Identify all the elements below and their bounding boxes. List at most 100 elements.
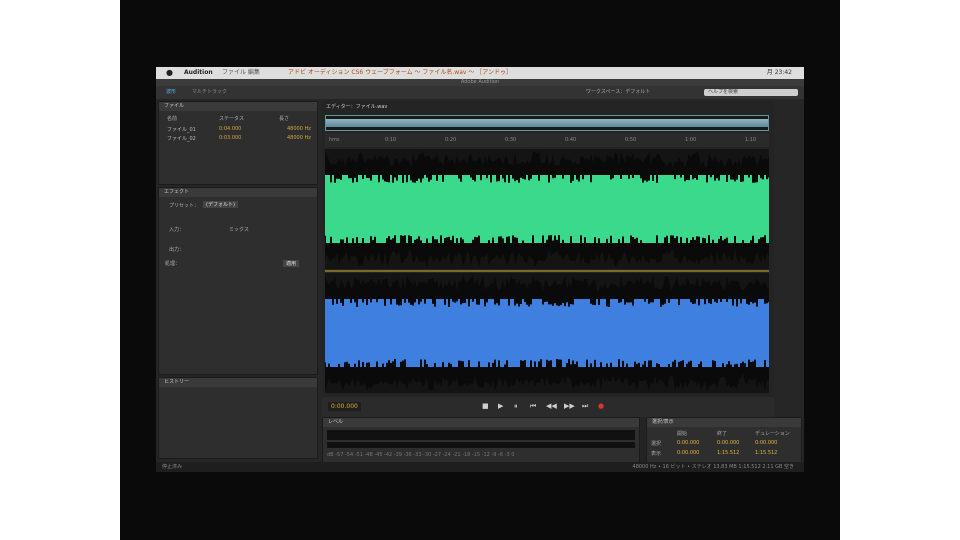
right-waveform-graphic xyxy=(325,275,769,391)
files-panel: ファイル 名前 ステータス 長さ ファイル_01 0:04.000 48000 … xyxy=(158,101,318,185)
menubar-clock: 月 23:42 xyxy=(766,69,792,76)
file-name: ファイル_01 xyxy=(167,127,196,133)
scale-tick: -51 xyxy=(354,452,363,458)
file-duration: 0:04.000 xyxy=(219,126,242,132)
scale-tick: -30 xyxy=(423,452,432,458)
view-start[interactable]: 0:00.000 xyxy=(677,450,699,456)
files-panel-title[interactable]: ファイル xyxy=(159,102,317,111)
level-scale: dB -57 -54 -51 -48 -45 -42 -39 -36 -33 -… xyxy=(327,452,514,458)
record-button[interactable]: ● xyxy=(598,402,604,410)
fast-forward-button[interactable]: ▶▶ xyxy=(564,402,575,410)
waveform-view-button[interactable]: 波形 xyxy=(166,86,176,99)
column-duration[interactable]: 長さ xyxy=(279,115,289,122)
rewind-button[interactable]: ◀◀ xyxy=(546,402,557,410)
scale-tick: -42 xyxy=(384,452,393,458)
selection-row-label: 選択 xyxy=(651,441,662,447)
stop-button[interactable]: ■ xyxy=(482,402,489,410)
scale-tick: 0 xyxy=(511,452,515,458)
file-duration: 0:03.000 xyxy=(219,135,242,141)
pause-button[interactable]: ⏸ xyxy=(514,402,518,411)
scale-tick: -6 xyxy=(498,452,504,458)
scale-tick: -48 xyxy=(364,452,373,458)
scale-tick: -24 xyxy=(442,452,451,458)
duration-header: デュレーション xyxy=(755,431,790,437)
apple-icon[interactable]: ● xyxy=(166,67,173,79)
scale-tick: -18 xyxy=(462,452,471,458)
selection-duration[interactable]: 0:00.000 xyxy=(755,440,777,446)
effects-panel-title[interactable]: エフェクト xyxy=(159,188,317,197)
scale-tick: dB xyxy=(327,452,334,458)
history-panel: ヒストリー xyxy=(158,377,318,459)
view-end[interactable]: 1:15.512 xyxy=(717,450,739,456)
ruler-label: 0:40 xyxy=(565,137,577,143)
levels-panel: レベル dB -57 -54 -51 -48 -45 -42 -39 -36 -… xyxy=(322,417,640,467)
scale-tick: -3 xyxy=(504,452,510,458)
status-right: 48000 Hz • 16 ビット • ステレオ 13.83 MB 1:15.5… xyxy=(632,464,794,470)
input-label: 入力： xyxy=(169,227,185,233)
ruler-label: 0:30 xyxy=(505,137,517,143)
column-status[interactable]: ステータス xyxy=(219,115,244,122)
view-row-label: 表示 xyxy=(651,451,662,457)
right-channel-waveform[interactable] xyxy=(325,273,769,393)
scale-tick: -36 xyxy=(403,452,412,458)
status-bar: 停止済み 48000 Hz • 16 ビット • ステレオ 13.83 MB 1… xyxy=(156,462,804,472)
left-channel-waveform[interactable] xyxy=(325,149,769,269)
view-duration[interactable]: 1:15.512 xyxy=(755,450,777,456)
file-name: ファイル_02 xyxy=(167,136,196,142)
selection-end[interactable]: 0:00.000 xyxy=(717,440,739,446)
timecode-display[interactable]: 0:00.000 xyxy=(328,402,361,411)
mix-label: ミックス xyxy=(229,227,249,233)
preset-label: プリセット： xyxy=(169,203,200,209)
process-label: 処理： xyxy=(165,261,181,267)
file-rate: 48000 Hz xyxy=(287,126,311,132)
levels-panel-title[interactable]: レベル xyxy=(323,418,639,427)
column-name[interactable]: 名前 xyxy=(167,115,177,122)
scale-tick: -57 xyxy=(335,452,344,458)
audition-window: ● Audition ファイル 編集 アドビ オーディション CS6 ウェーブフ… xyxy=(156,67,804,472)
play-button[interactable]: ▶ xyxy=(498,402,503,410)
level-meter-left xyxy=(327,430,635,440)
time-ruler[interactable]: hms 0:10 0:20 0:30 0:40 0:50 1:00 1:10 xyxy=(325,133,769,147)
ruler-label: 0:10 xyxy=(385,137,397,143)
go-to-end-button[interactable]: ⏭ xyxy=(582,402,588,411)
window-title: アドビ オーディション CS6 ウェーブフォーム ～ ファイル名.wav ～ ［… xyxy=(288,69,513,76)
overview-bar[interactable] xyxy=(325,115,769,131)
workspace-select[interactable]: ワークスペース：デフォルト xyxy=(586,86,650,99)
ruler-label: 0:50 xyxy=(625,137,637,143)
apply-button[interactable]: 適用 xyxy=(283,260,300,267)
history-panel-title[interactable]: ヒストリー xyxy=(159,378,317,387)
status-left: 停止済み xyxy=(162,464,183,470)
waveform-body xyxy=(325,299,769,367)
go-to-start-button[interactable]: ⏮ xyxy=(530,402,536,411)
scale-tick: -15 xyxy=(471,452,481,458)
ruler-label: 1:10 xyxy=(745,137,757,143)
start-header: 開始 xyxy=(677,431,688,437)
preset-select[interactable]: (デフォルト) xyxy=(203,201,238,208)
ruler-label: hms xyxy=(329,137,340,143)
multitrack-view-button[interactable]: マルチトラック xyxy=(192,86,227,99)
scale-tick: -12 xyxy=(481,452,490,458)
transport-bar: 0:00.000 ■ ▶ ⏸ ⏮ ◀◀ ▶▶ ⏭ ● xyxy=(322,397,774,417)
selection-view-panel: 選択/表示 開始 終了 デュレーション 選択 0:00.000 0:00.000… xyxy=(646,417,802,467)
file-row[interactable]: ファイル_01 0:04.000 48000 Hz xyxy=(167,126,311,133)
selection-panel-title[interactable]: 選択/表示 xyxy=(647,418,801,427)
app-menu[interactable]: Audition xyxy=(184,67,213,79)
output-label: 出力： xyxy=(169,247,185,253)
overview-range[interactable] xyxy=(326,119,768,127)
scale-tick: -9 xyxy=(491,452,497,458)
end-header: 終了 xyxy=(717,431,728,437)
left-waveform-graphic xyxy=(325,151,769,267)
titlebar: Adobe Audition xyxy=(156,79,804,86)
waveform-body xyxy=(325,175,769,243)
effects-panel: エフェクト プリセット： (デフォルト) 入力： 出力： ミックス 処理： 適用 xyxy=(158,187,318,375)
editor-tab[interactable]: エディター：ファイル.wav xyxy=(326,103,387,110)
menu-items[interactable]: ファイル 編集 xyxy=(222,67,260,79)
scale-tick: -39 xyxy=(393,452,402,458)
selection-start[interactable]: 0:00.000 xyxy=(677,440,699,446)
help-search-input[interactable]: ヘルプを検索 xyxy=(704,89,798,96)
ruler-label: 0:20 xyxy=(445,137,457,143)
file-row[interactable]: ファイル_02 0:03.000 48000 Hz xyxy=(167,135,311,142)
file-rate: 48000 Hz xyxy=(287,135,311,141)
mac-menubar: ● Audition ファイル 編集 アドビ オーディション CS6 ウェーブフ… xyxy=(156,67,804,79)
scale-tick: -45 xyxy=(374,452,383,458)
